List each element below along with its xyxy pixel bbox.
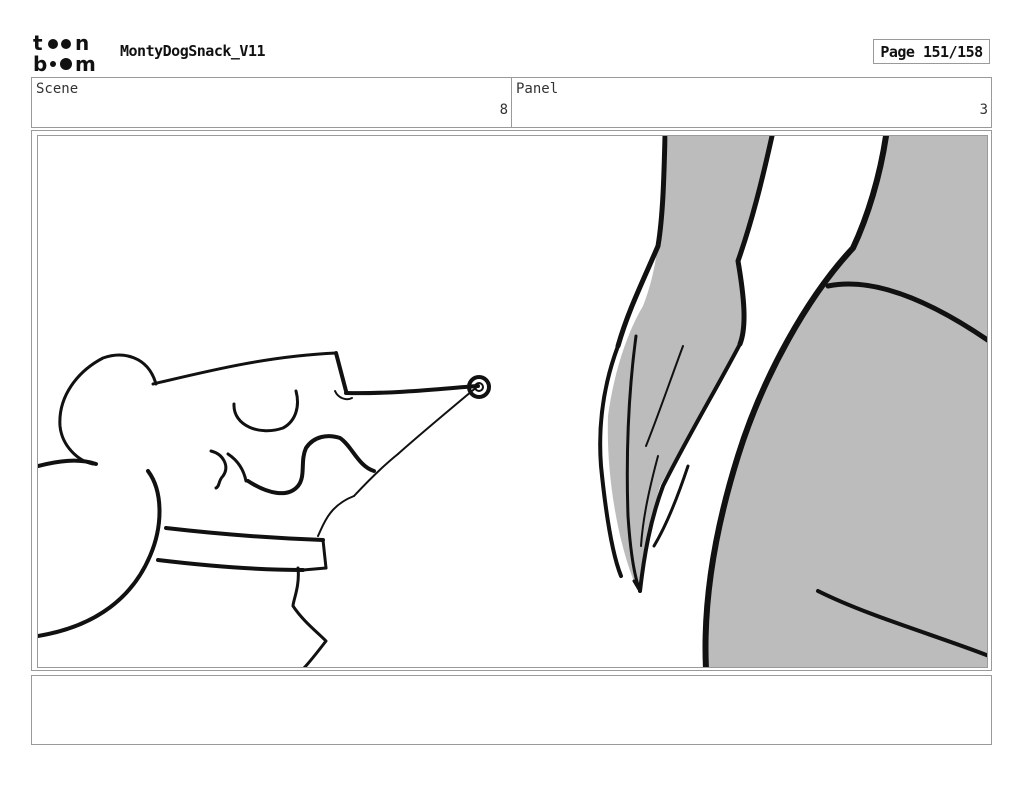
panel-label: Panel xyxy=(516,81,559,97)
panel-cell: Panel 3 xyxy=(511,78,991,127)
toonboom-logo: t n b m xyxy=(33,31,107,76)
scene-number: 8 xyxy=(499,102,508,118)
page-number: Page 151/158 xyxy=(873,39,990,64)
scene-label: Scene xyxy=(36,81,79,97)
scene-panel-info: Scene 8 Panel 3 xyxy=(31,77,992,128)
project-title: MontyDogSnack_V11 xyxy=(120,42,266,60)
svg-text:m: m xyxy=(75,52,96,73)
panel-number: 3 xyxy=(979,102,988,118)
panel-notes xyxy=(31,675,992,745)
scene-cell: Scene 8 xyxy=(32,78,511,127)
svg-text:b: b xyxy=(33,52,47,73)
storyboard-panel-drawing xyxy=(37,135,988,668)
